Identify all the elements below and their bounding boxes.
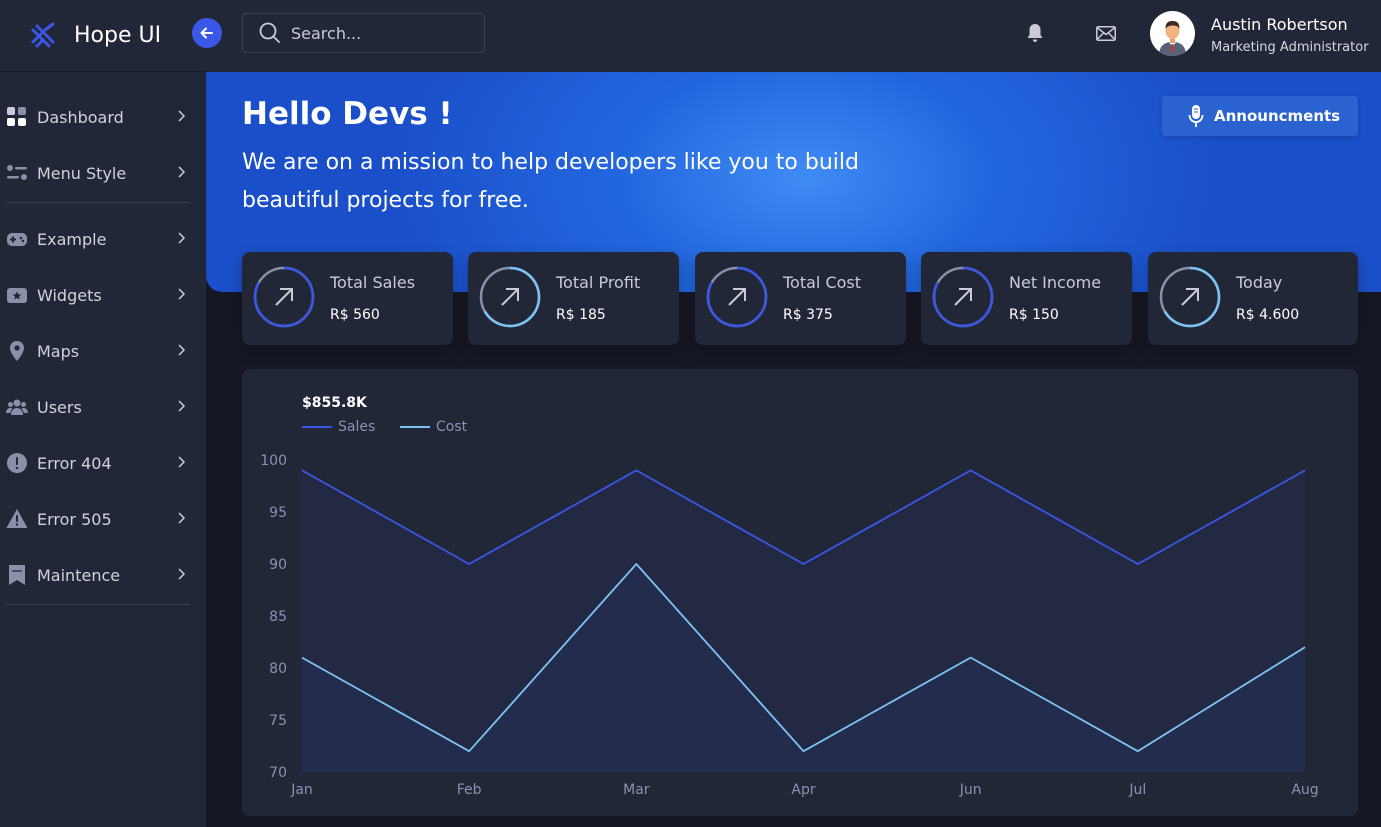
y-tick-label: 85 <box>269 609 287 625</box>
sidebar-nav: Dashboard Menu Style Example Widgets Map… <box>0 72 206 605</box>
users-icon <box>6 396 28 418</box>
sidebar-item-label: Error 404 <box>37 453 112 473</box>
top-navbar: Austin Robertson Marketing Administrator <box>206 0 1381 72</box>
stat-value: R$ 150 <box>1009 307 1059 323</box>
chevron-right-icon <box>178 344 186 356</box>
stat-label: Total Profit <box>556 273 641 292</box>
stat-card-today[interactable]: Today R$ 4.600 <box>1148 252 1358 345</box>
user-name[interactable]: Austin Robertson <box>1211 15 1348 34</box>
brand[interactable]: Hope UI <box>0 0 206 72</box>
line-chart: 100 95 90 85 80 75 70Jan Feb Mar Apr Jun Jul Aug <box>260 453 1318 798</box>
chevron-right-icon <box>178 512 186 524</box>
sidebar-divider <box>6 202 190 203</box>
x-tick-label: Aug <box>1291 782 1318 798</box>
error-circle-icon <box>6 452 28 474</box>
y-tick-label: 100 <box>260 453 287 469</box>
announcements-label: Announcments <box>1214 107 1341 125</box>
user-role: Marketing Administrator <box>1211 40 1369 55</box>
dashboard-icon <box>6 106 28 128</box>
announcements-button[interactable]: Announcments <box>1162 96 1358 136</box>
x-tick-label: Apr <box>791 782 815 798</box>
stat-value: R$ 375 <box>783 307 833 323</box>
stat-value: R$ 185 <box>556 307 606 323</box>
chevron-right-icon <box>178 166 186 178</box>
sidebar-item-label: Dashboard <box>37 107 124 127</box>
sidebar-item-label: Example <box>37 229 107 249</box>
y-tick-label: 90 <box>269 557 287 573</box>
chevron-right-icon <box>178 568 186 580</box>
sidebar-item-error-505[interactable]: Error 505 <box>0 491 206 547</box>
chevron-right-icon <box>178 456 186 468</box>
sidebar-item-maintence[interactable]: Maintence <box>0 547 206 603</box>
sidebar-item-users[interactable]: Users <box>0 379 206 435</box>
stat-card-total-sales[interactable]: Total Sales R$ 560 <box>242 252 453 345</box>
arrow-left-icon <box>200 27 213 39</box>
sidebar-item-maps[interactable]: Maps <box>0 323 206 379</box>
sidebar-item-label: Widgets <box>37 285 102 305</box>
menu-style-icon <box>6 162 28 184</box>
user-avatar-icon <box>1159 21 1186 56</box>
x-tick-label: Jul <box>1128 782 1146 798</box>
sidebar-divider <box>6 604 190 605</box>
x-tick-label: Feb <box>457 782 482 798</box>
sidebar-item-label: Menu Style <box>37 163 127 183</box>
sidebar-item-dashboard[interactable]: Dashboard <box>0 89 206 145</box>
stat-card-net-income[interactable]: Net Income R$ 150 <box>921 252 1132 345</box>
warning-triangle-icon <box>6 508 28 530</box>
y-tick-label: 70 <box>269 765 287 781</box>
search-box[interactable] <box>242 13 485 53</box>
stat-label: Today <box>1236 273 1283 292</box>
sidebar: Hope UI Dashboard Menu Style Example Wid… <box>0 0 206 827</box>
sidebar-toggle-button[interactable] <box>192 18 222 48</box>
stat-card-total-cost[interactable]: Total Cost R$ 375 <box>695 252 906 345</box>
maintenance-icon <box>6 564 28 586</box>
widgets-icon <box>6 284 28 306</box>
progress-ring-arrow-icon <box>253 266 315 328</box>
mail-icon[interactable] <box>1096 26 1116 41</box>
sidebar-item-error-404[interactable]: Error 404 <box>0 435 206 491</box>
chevron-right-icon <box>178 288 186 300</box>
map-pin-icon <box>6 340 28 362</box>
sidebar-item-label: Error 505 <box>37 509 112 529</box>
sidebar-item-label: Users <box>37 397 82 417</box>
brand-name: Hope UI <box>74 23 162 48</box>
x-tick-label: Jun <box>959 782 982 798</box>
chevron-right-icon <box>178 232 186 244</box>
stat-label: Total Sales <box>330 273 416 292</box>
x-tick-label: Jan <box>290 782 313 798</box>
stat-label: Total Cost <box>783 273 862 292</box>
search-icon <box>259 22 280 43</box>
sidebar-item-widgets[interactable]: Widgets <box>0 267 206 323</box>
hope-ui-logo-icon <box>31 22 55 47</box>
series-area-sales <box>302 470 1305 772</box>
hero-title: Hello Devs ! <box>242 96 453 132</box>
bell-icon[interactable] <box>1026 23 1044 43</box>
avatar[interactable] <box>1150 11 1195 56</box>
progress-ring-arrow-icon <box>1159 266 1221 328</box>
x-tick-label: Mar <box>623 782 650 798</box>
sidebar-item-menu-style[interactable]: Menu Style <box>0 145 206 201</box>
y-tick-label: 75 <box>269 713 287 729</box>
sidebar-item-label: Maintence <box>37 565 121 585</box>
chevron-right-icon <box>178 110 186 122</box>
stat-value: R$ 4.600 <box>1236 307 1300 323</box>
hero-subtitle: We are on a mission to help developers l… <box>242 150 859 213</box>
stat-label: Net Income <box>1009 273 1102 292</box>
progress-ring-arrow-icon <box>932 266 994 328</box>
microphone-icon <box>1188 105 1204 127</box>
progress-ring-arrow-icon <box>706 266 768 328</box>
series-line-sales <box>301 469 1306 565</box>
gamepad-icon <box>6 228 28 250</box>
stat-card-total-profit[interactable]: Total Profit R$ 185 <box>468 252 679 345</box>
sidebar-item-label: Maps <box>37 341 80 361</box>
search-input[interactable] <box>291 23 471 43</box>
sales-chart-panel: $855.8K Sales Cost 100 95 90 85 80 75 70 Jan Feb… <box>242 369 1358 816</box>
y-tick-label: 80 <box>269 661 287 677</box>
y-tick-label: 95 <box>269 505 287 521</box>
sidebar-item-example[interactable]: Example <box>0 211 206 267</box>
stat-value: R$ 560 <box>330 307 380 323</box>
chevron-right-icon <box>178 400 186 412</box>
progress-ring-arrow-icon <box>479 266 541 328</box>
